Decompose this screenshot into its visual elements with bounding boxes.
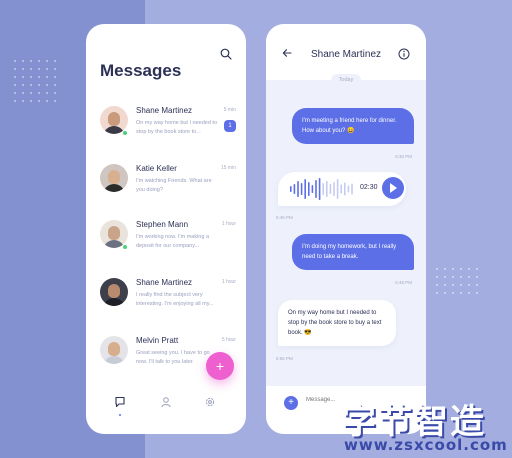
waveform-bar (347, 185, 350, 193)
message-time: 5:56 PM (276, 356, 293, 361)
waveform-bar (293, 184, 296, 194)
conversation-time: 15 min (220, 165, 236, 171)
profile-icon[interactable] (160, 396, 172, 408)
voice-duration: 02:30 (360, 184, 378, 191)
voice-message: 02:30 (278, 172, 406, 206)
waveform-bar (329, 184, 332, 194)
waveform-bar (344, 182, 346, 196)
conversation-item[interactable]: Shane Martinez 5 min On my way home but … (86, 104, 246, 152)
conversation-name: Katie Keller (136, 164, 177, 173)
avatar (100, 164, 128, 192)
day-separator: Today (331, 74, 361, 86)
conversation-item[interactable]: Shane Martinez 1 hour I really find the … (86, 276, 246, 324)
message-time: 5:46 PM (276, 215, 293, 220)
conversation-name: Shane Martinez (136, 106, 193, 115)
page-title: Messages (100, 61, 182, 80)
conversation-time: 1 hour (221, 221, 236, 227)
conversation-name: Stephen Mann (136, 220, 189, 229)
active-tab-indicator (119, 414, 121, 416)
waveform-bar (315, 180, 317, 198)
outgoing-message: I'm doing my homework, but I really need… (292, 234, 414, 270)
chat-screen: Shane Martinez Today I'm meeting a frien… (266, 24, 426, 434)
conversation-preview: On my way home but I needed to stop by t… (136, 120, 218, 135)
waveform (290, 178, 353, 200)
waveform-bar (318, 178, 321, 200)
bottom-navigation (86, 394, 246, 434)
online-indicator (122, 244, 128, 250)
chat-icon[interactable] (114, 396, 126, 408)
waveform-bar (340, 184, 342, 194)
conversation-item[interactable]: Stephen Mann 1 hour I'm working now. I'm… (86, 218, 246, 266)
waveform-bar (322, 183, 324, 195)
new-message-button[interactable]: + (206, 352, 234, 380)
waveform-bar (300, 183, 303, 195)
incoming-message: On my way home but I needed to stop by t… (278, 300, 396, 346)
settings-icon[interactable] (204, 396, 216, 408)
info-icon[interactable] (398, 48, 410, 60)
waveform-bar (336, 179, 339, 199)
outgoing-message: I'm meeting a friend here for dinner. Ho… (292, 108, 414, 144)
search-icon[interactable] (220, 48, 232, 60)
plus-icon[interactable]: + (284, 396, 298, 410)
watermark-url: www.zsxcool.com (344, 436, 508, 454)
conversation-time: 5 hour (221, 337, 236, 343)
watermark-logo: 字节智造 www.zsxcool.com (336, 392, 512, 458)
avatar (100, 278, 128, 306)
dot-pattern (14, 60, 62, 108)
message-time: 5:30 PM (395, 154, 412, 159)
unread-badge: 1 (224, 120, 236, 132)
conversation-name: Melvin Pratt (136, 336, 179, 345)
waveform-bar (333, 182, 335, 196)
waveform-bar (308, 182, 310, 196)
waveform-bar (311, 185, 314, 193)
avatar (100, 336, 128, 364)
inbox-screen: Messages Shane Martinez 5 min On my way … (86, 24, 246, 434)
conversation-preview: I'm watching Friends. What are you doing… (136, 178, 212, 193)
conversation-name: Shane Martinez (136, 278, 193, 287)
conversation-preview: I really find the subject very interesti… (136, 292, 214, 307)
dot-pattern (436, 268, 484, 300)
conversation-item[interactable]: Katie Keller 15 min I'm watching Friends… (86, 162, 246, 210)
waveform-bar (304, 179, 306, 199)
play-icon[interactable] (382, 177, 404, 199)
waveform-bar (290, 186, 292, 192)
waveform-bar (326, 181, 328, 197)
waveform-bar (351, 183, 353, 195)
conversation-time: 1 hour (221, 279, 236, 285)
conversation-preview: I'm working now. I'm making a deposit fo… (136, 234, 210, 249)
conversation-time: 5 min (223, 107, 236, 113)
message-time: 5:48 PM (395, 280, 412, 285)
online-indicator (122, 130, 128, 136)
chat-header: Shane Martinez (266, 24, 426, 80)
waveform-bar (297, 181, 299, 197)
